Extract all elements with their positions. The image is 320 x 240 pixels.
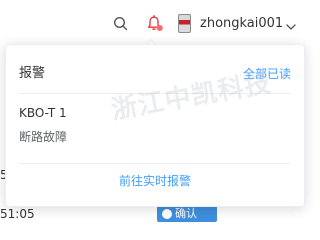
divider <box>19 163 291 164</box>
mark-all-read-link[interactable]: 全部已读 <box>243 66 291 82</box>
view-realtime-alarms-link[interactable]: 前往实时报警 <box>6 174 304 188</box>
confirm-badge[interactable]: 确认 <box>157 206 217 222</box>
bell-icon[interactable] <box>146 15 164 33</box>
alarm-popover: 报警 全部已读 KBO-T 1 断路故障 前往实时报警 <box>5 44 305 207</box>
table-cell-time: 51:05 <box>0 207 35 221</box>
popover-title: 报警 <box>19 66 46 81</box>
username[interactable]: zhongkai001 <box>200 16 283 32</box>
divider <box>19 93 291 94</box>
search-icon[interactable] <box>113 16 128 31</box>
top-header: zhongkai001 <box>0 0 311 44</box>
check-icon <box>162 209 172 219</box>
chevron-down-icon[interactable] <box>285 18 297 30</box>
avatar[interactable] <box>178 14 191 33</box>
alarm-description: 断路故障 <box>19 130 68 144</box>
confirm-badge-label: 确认 <box>175 207 197 220</box>
alarm-device-name: KBO-T 1 <box>19 106 67 120</box>
notification-dot <box>156 25 163 31</box>
alarm-list-item[interactable]: KBO-T 1 断路故障 <box>19 103 279 153</box>
